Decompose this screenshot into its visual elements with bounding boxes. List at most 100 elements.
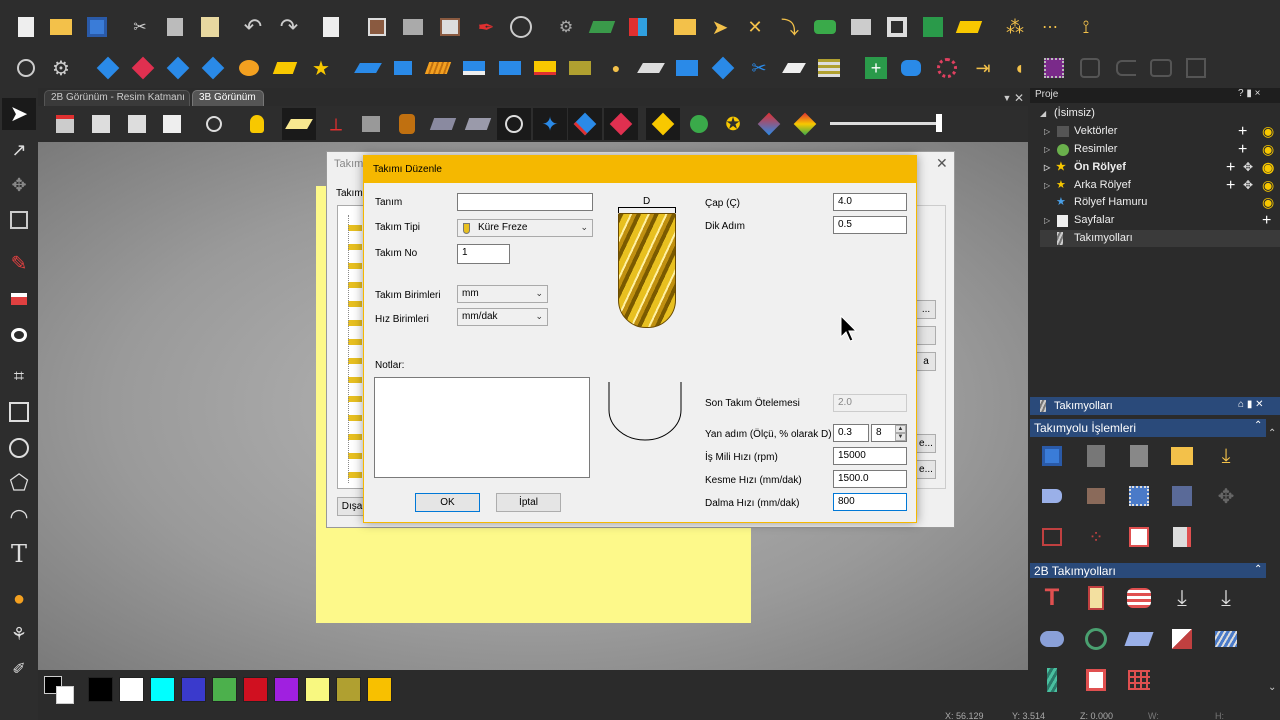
red-shape-icon[interactable] [130,55,156,81]
green-circle-icon[interactable] [686,111,712,137]
nodes-icon[interactable]: ⁂ [1002,14,1028,40]
add-vectors-icon[interactable]: + [1238,123,1247,140]
chamfer-icon[interactable] [1168,625,1196,653]
material-block-icon[interactable] [1082,482,1110,510]
excel-icon[interactable] [920,14,946,40]
rectangle-icon[interactable] [6,399,32,425]
takim-birimleri-select[interactable]: mm ⌄ [457,285,548,303]
text-icon[interactable]: T [6,540,32,568]
relief-red-icon[interactable] [532,55,558,81]
tree-item-back-relief[interactable]: ▷ ★ Arka Rölyef + ✥ ◉ [1040,177,1280,194]
color-swatch-2[interactable] [150,677,175,702]
blue-relief-2-icon[interactable] [390,55,416,81]
save-icon[interactable] [84,14,110,40]
relief-blue-3-icon[interactable] [674,55,700,81]
puzzle-icon[interactable] [358,111,384,137]
fill-icon[interactable] [6,322,32,348]
blue-shapes-2-icon[interactable] [200,55,226,81]
tree-item-images[interactable]: ▷ Resimler + ◉ [1040,141,1280,158]
bg-button-2[interactable] [916,326,936,345]
arrow-in-icon[interactable]: ⇥ [970,55,996,81]
bulb-icon[interactable]: ◉ [1262,123,1274,140]
view-slider-track[interactable] [830,122,940,125]
bulb-icon[interactable]: ◉ [1262,141,1274,158]
drill-toolpath-icon[interactable]: ⤓ [1168,584,1196,612]
color-swatch-7[interactable] [305,677,330,702]
grid-icon[interactable] [437,14,463,40]
collapse-1-icon[interactable]: ⌃ [1254,420,1262,431]
tab-3d-view[interactable]: 3B Görünüm [192,90,264,106]
add-page-icon[interactable]: + [1262,212,1271,229]
tree-item-vectors[interactable]: ▷ Vektörler + ◉ [1040,123,1280,140]
vcarve-icon[interactable] [1038,625,1066,653]
color-split-icon[interactable] [625,14,651,40]
units-icon[interactable] [508,14,534,40]
scale-icon[interactable] [6,207,32,233]
brush-icon[interactable]: ⚘ [6,621,32,647]
view-side-icon[interactable] [159,111,185,137]
frame-icon[interactable] [884,14,910,40]
bulb-small-icon[interactable]: ● [603,55,629,81]
purple-box-icon[interactable] [1041,55,1067,81]
yan-adim-spin-down-icon[interactable]: ▼ [895,433,906,441]
dots-circle-icon[interactable]: ⁘ [1082,523,1110,551]
pencil-icon[interactable]: ✎ [6,250,32,276]
blue-relief-1-icon[interactable] [354,55,382,81]
paste-icon[interactable] [197,14,223,40]
view-front-icon[interactable] [124,111,150,137]
green-relief-icon[interactable] [588,14,616,40]
mesh-icon[interactable] [236,55,262,81]
takim-no-input[interactable]: 1 [457,244,510,264]
axes-icon[interactable]: ⟂ [323,111,349,137]
relief-blue-4-icon[interactable] [710,55,736,81]
color-swatch-4[interactable] [212,677,237,702]
dik-adim-input[interactable]: 0.5 [833,216,907,234]
cancel-button[interactable]: İptal [496,493,561,512]
copy-icon[interactable] [162,14,188,40]
folder-star-icon[interactable] [672,14,698,40]
blue-diamond-icon[interactable] [95,55,121,81]
color-swatch-0[interactable] [88,677,113,702]
red-pen-icon[interactable]: ✒ [473,14,499,40]
add-images-icon[interactable]: + [1238,141,1247,158]
gear-icon[interactable]: ⚙ [48,55,74,81]
redo-icon[interactable]: ↷ [276,14,302,40]
dots-icon[interactable]: ⋯ [1037,14,1063,40]
scroll-down-icon[interactable]: ⌄ [1268,682,1276,693]
yan-adim-input[interactable]: 0.3 [833,424,869,442]
view-slider-thumb[interactable] [936,114,942,132]
tree-item-relief-clay[interactable]: ★ Rölyef Hamuru ◉ [1040,194,1280,211]
document-icon[interactable] [318,14,344,40]
weld-icon[interactable]: ◖ [1006,55,1032,81]
bg-button-4[interactable]: e... [916,434,936,453]
ok-button[interactable]: OK [415,493,480,512]
tree-item-root[interactable]: ◢ (İsimsiz) [1040,105,1280,122]
quick-engrave-icon[interactable] [1125,584,1153,612]
blue-pot-icon[interactable] [898,55,924,81]
tanim-input[interactable] [457,193,593,211]
relief-white-icon[interactable] [637,55,665,81]
open-folder-icon[interactable] [48,14,74,40]
align-grid-icon[interactable] [1125,523,1153,551]
relief-olive-icon[interactable] [567,55,593,81]
star-relief-icon[interactable]: ★ [308,55,334,81]
block-2-icon[interactable] [464,111,492,137]
clock-icon[interactable] [501,111,527,137]
scroll-up-icon[interactable]: ⌃ [1268,428,1276,439]
tree-item-pages[interactable]: ▷ Sayfalar + [1040,212,1280,229]
move-grid-icon[interactable]: ✥ [1243,177,1253,194]
star-blue-icon[interactable]: ✦ [537,111,563,137]
panel-scrollbar[interactable] [1266,419,1280,699]
cap-input[interactable]: 4.0 [833,193,907,211]
light-bulb-icon[interactable] [244,111,270,137]
texture-grid-2-icon[interactable] [1168,482,1196,510]
job-setup-icon[interactable] [364,14,390,40]
toolpath-arrow-icon[interactable]: ⤓ [1212,442,1240,470]
background-dialog-close-icon[interactable]: ✕ [936,155,948,172]
bulb-icon[interactable]: ◉ [1262,177,1274,194]
layers-icon[interactable] [848,14,874,40]
tree-item-front-relief[interactable]: ▷ ★ Ön Rölyef + ✥ ◉ [1040,159,1280,176]
cut-icon[interactable]: ✂ [127,14,153,40]
project-panel-controls[interactable]: ? ▮ × [1238,88,1260,99]
texture-icon[interactable] [934,55,960,81]
